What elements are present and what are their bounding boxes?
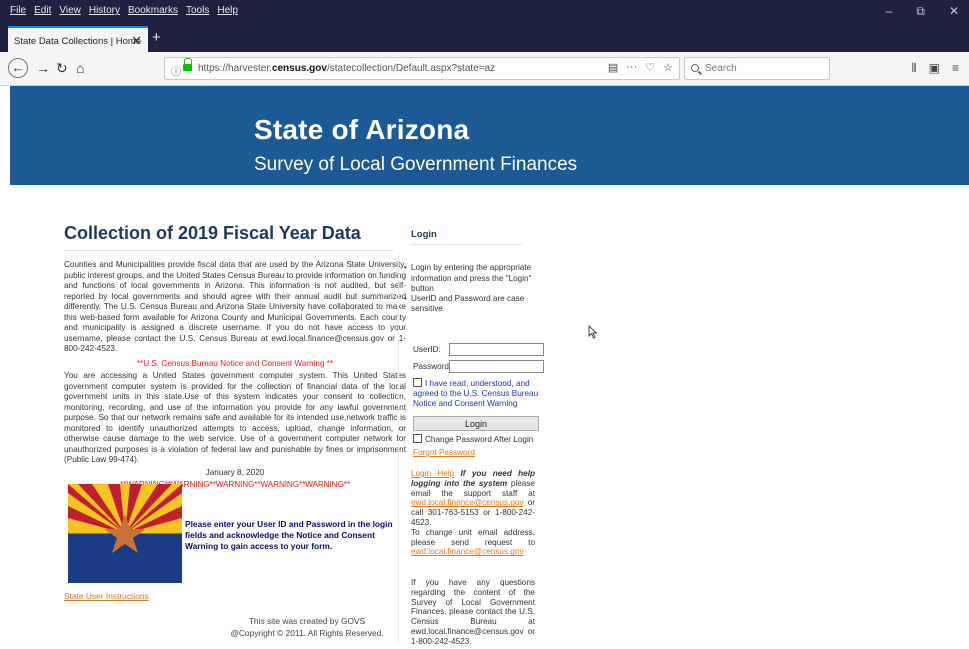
list-item: Login by entering the appropriate inform… [404, 263, 536, 294]
menu-history[interactable]: History [89, 5, 120, 16]
arizona-flag-svg [68, 484, 182, 583]
url-prefix: https://harvester. [198, 63, 272, 74]
login-help-text: Login Help If you need help logging into… [411, 469, 535, 557]
password-row: Password: [413, 359, 544, 374]
questions-contact-text: If you have any questions regarding the … [411, 578, 535, 646]
change-email-link[interactable]: ewd.local.finance@census.gov [411, 547, 524, 556]
sidebar-icon[interactable]: ▣ [929, 61, 940, 76]
search-placeholder: Search [705, 63, 737, 74]
tab-bar: State Data Collections | Home ✕ + [0, 26, 969, 52]
library-icon[interactable]: ⫴ [912, 61, 917, 76]
new-tab-button[interactable]: + [152, 29, 161, 46]
login-form: UserID: Password: I have read, understoo… [413, 342, 544, 457]
page-actions-icon[interactable]: ··· [626, 61, 637, 74]
site-banner: State of Arizona Survey of Local Governm… [10, 86, 969, 185]
back-button[interactable]: ← [8, 58, 28, 78]
arizona-flag-image [68, 484, 182, 583]
page-title: Collection of 2019 Fiscal Year Data [64, 223, 361, 243]
site-info-icon[interactable]: ⓘ [171, 63, 181, 78]
forward-button[interactable]: → [36, 59, 50, 77]
login-help-text-3: To change unit email address, please sen… [411, 527, 535, 547]
notice-paragraph: You are accessing a United States govern… [64, 371, 406, 464]
change-password-option: Change Password After Login [413, 434, 544, 445]
userid-label: UserID: [413, 345, 441, 354]
tab-title: State Data Collections | Home [14, 36, 142, 47]
login-heading: Login [411, 229, 437, 240]
search-icon [691, 64, 699, 72]
support-email-link[interactable]: ewd.local.finance@census.gov [411, 498, 524, 507]
notice-date: January 8, 2020 [205, 467, 265, 477]
menu-view[interactable]: View [59, 5, 81, 16]
password-input[interactable] [449, 360, 544, 373]
forgot-password-link[interactable]: Forgot Password [413, 448, 544, 457]
list-item: UserID and Password are case sensitive [404, 294, 536, 315]
menu-tools[interactable]: Tools [186, 5, 209, 16]
search-input[interactable]: Search [684, 57, 830, 80]
state-user-instructions-link[interactable]: State User Instructions [64, 591, 149, 601]
banner-subtitle: Survey of Local Government Finances [254, 154, 578, 175]
consent-agreement: I have read, understood, and agreed to t… [413, 378, 544, 409]
consent-label: I have read, understood, and agreed to t… [413, 379, 539, 408]
restore-button[interactable]: ⧉ [916, 4, 925, 19]
login-help-link[interactable]: Login Help [411, 469, 454, 478]
footer-copyright: @Copyright © 2011. All Rights Reserved. [230, 628, 384, 638]
menu-help[interactable]: Help [217, 5, 238, 16]
close-window-button[interactable]: ✕ [949, 4, 959, 19]
lock-icon [183, 58, 192, 71]
main-content: Collection of 2019 Fiscal Year Data Coun… [64, 222, 406, 491]
pocket-icon[interactable]: ♡ [645, 61, 655, 74]
login-panel: Login Login by entering the appropriate … [404, 229, 536, 315]
reader-view-icon[interactable]: ▤ [608, 61, 618, 74]
column-divider [398, 252, 399, 644]
intro-paragraph: Counties and Municipalities provide fisc… [64, 260, 406, 353]
login-button[interactable]: Login [413, 416, 539, 431]
password-label: Password: [413, 362, 452, 371]
title-divider [64, 250, 394, 251]
menu-bar: File Edit View History Bookmarks Tools H… [10, 5, 238, 16]
menu-edit[interactable]: Edit [34, 5, 51, 16]
reload-button[interactable]: ↻ [56, 59, 68, 77]
url-actions: ▤ ··· ♡ ☆ [608, 61, 673, 74]
window-controls: – ⧉ ✕ [886, 4, 959, 19]
login-divider [410, 244, 522, 246]
menu-bookmarks[interactable]: Bookmarks [128, 5, 178, 16]
consent-checkbox[interactable] [413, 378, 422, 387]
navigation-toolbar: ← → ↻ ⌂ ⓘ https://harvester.census.gov/s… [0, 52, 969, 86]
url-path: /statecollection/Default.aspx?state=az [326, 63, 496, 74]
userid-row: UserID: [413, 342, 544, 357]
home-button[interactable]: ⌂ [76, 59, 84, 77]
login-instruction-message: Please enter your User ID and Password i… [185, 519, 393, 551]
hamburger-menu-icon[interactable]: ≡ [952, 61, 959, 76]
toolbar-right: ⫴ ▣ ≡ [912, 61, 959, 76]
url-bar[interactable]: ⓘ https://harvester.census.gov/statecoll… [164, 57, 680, 80]
url-text[interactable]: https://harvester.census.gov/statecollec… [198, 63, 495, 74]
page-footer: This site was created by GOVS @Copyright… [222, 615, 392, 639]
menu-file[interactable]: File [10, 5, 26, 16]
bookmark-star-icon[interactable]: ☆ [663, 61, 673, 74]
minimize-button[interactable]: – [886, 4, 893, 19]
mouse-cursor-icon [588, 325, 598, 339]
change-password-checkbox[interactable] [413, 434, 422, 443]
banner-title: State of Arizona [254, 114, 470, 145]
tab-state-data-collections[interactable]: State Data Collections | Home ✕ [8, 26, 148, 52]
url-domain: census.gov [271, 63, 327, 74]
change-password-label: Change Password After Login [425, 435, 534, 444]
notice-heading: **U.S. Census Bureau Notice and Consent … [136, 358, 334, 368]
userid-input[interactable] [449, 343, 544, 356]
login-instructions-list: Login by entering the appropriate inform… [404, 263, 536, 314]
footer-created-by: This site was created by GOVS [248, 616, 366, 626]
window-titlebar: File Edit View History Bookmarks Tools H… [0, 0, 969, 26]
close-tab-icon[interactable]: ✕ [131, 33, 142, 49]
